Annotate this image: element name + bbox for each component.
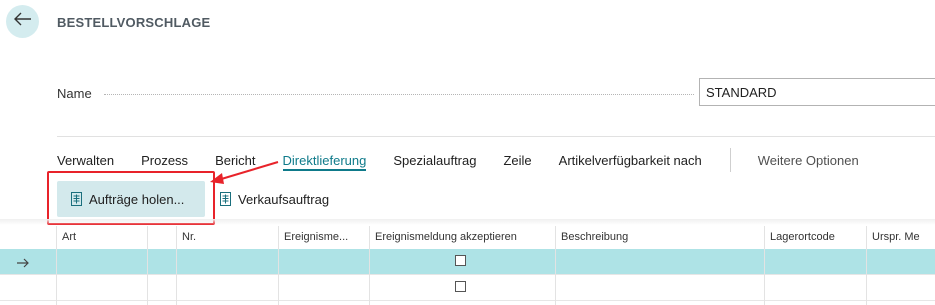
column-divider bbox=[147, 226, 148, 305]
toolbar-shadow bbox=[0, 219, 935, 225]
action-menu: Verwalten Prozess Bericht Direktlieferun… bbox=[57, 148, 886, 172]
table-row[interactable] bbox=[0, 249, 935, 275]
column-divider bbox=[369, 226, 370, 305]
column-divider bbox=[278, 226, 279, 305]
table-row[interactable] bbox=[0, 275, 935, 301]
column-header-nr[interactable]: Nr. bbox=[182, 231, 196, 243]
divider bbox=[57, 136, 935, 137]
menu-item-zeile[interactable]: Zeile bbox=[503, 153, 531, 168]
column-header-urspr-menge[interactable]: Urspr. Me bbox=[872, 231, 920, 243]
back-button[interactable] bbox=[6, 5, 39, 38]
column-divider bbox=[764, 226, 765, 305]
arrow-right-icon bbox=[16, 255, 30, 273]
column-divider bbox=[56, 226, 57, 305]
column-divider bbox=[176, 226, 177, 305]
menu-item-direktlieferung[interactable]: Direktlieferung bbox=[282, 153, 367, 171]
accept-checkbox[interactable] bbox=[455, 255, 466, 266]
red-arrow-annotation bbox=[210, 161, 279, 184]
column-header-beschreibung[interactable]: Beschreibung bbox=[561, 231, 628, 243]
highlight-box bbox=[47, 171, 215, 225]
arrow-left-icon bbox=[13, 12, 32, 31]
name-label: Name bbox=[57, 86, 92, 101]
field-leader-dots bbox=[104, 94, 694, 95]
column-header-art[interactable]: Art bbox=[62, 231, 76, 243]
more-options-button[interactable]: Weitere Optionen bbox=[758, 153, 859, 168]
column-header-ereignismeldung-akzeptieren[interactable]: Ereignismeldung akzeptieren bbox=[375, 231, 517, 243]
page-title: BESTELLVORSCHLAGE bbox=[57, 15, 211, 30]
grid-header: Art Nr. Ereignisme... Ereignismeldung ak… bbox=[0, 226, 935, 249]
name-field[interactable] bbox=[699, 78, 935, 106]
menu-item-prozess[interactable]: Prozess bbox=[141, 153, 188, 168]
accept-checkbox[interactable] bbox=[455, 281, 466, 292]
column-header-ereignismeldung[interactable]: Ereignisme... bbox=[284, 231, 348, 243]
menu-item-spezialauftrag[interactable]: Spezialauftrag bbox=[393, 153, 476, 168]
column-divider bbox=[866, 226, 867, 305]
menu-item-artikelverfuegbarkeit[interactable]: Artikelverfügbarkeit nach bbox=[559, 153, 702, 168]
menu-item-verwalten[interactable]: Verwalten bbox=[57, 153, 114, 168]
document-icon bbox=[220, 192, 231, 206]
menu-divider bbox=[729, 148, 731, 172]
column-divider bbox=[555, 226, 556, 305]
sales-order-label: Verkaufsauftrag bbox=[238, 191, 330, 207]
lines-grid: Art Nr. Ereignisme... Ereignismeldung ak… bbox=[0, 226, 935, 301]
column-header-lagerortcode[interactable]: Lagerortcode bbox=[770, 231, 835, 243]
